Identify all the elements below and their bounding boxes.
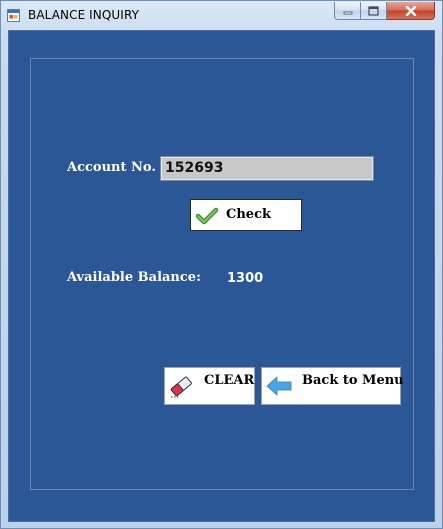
back-to-menu-label: Back to Menu — [302, 373, 404, 388]
maximize-icon — [368, 5, 379, 16]
title-bar[interactable]: BALANCE INQUIRY — [1, 1, 442, 29]
clear-button-label: CLEAR — [204, 373, 255, 388]
account-no-label: Account No. — [67, 160, 156, 175]
window-title: BALANCE INQUIRY — [28, 8, 140, 22]
balance-inquiry-window: BALANCE INQUIRY Account No. 152693 Check… — [0, 0, 443, 529]
checkmark-icon — [196, 207, 218, 225]
left-arrow-icon — [266, 376, 292, 396]
form-body: Account No. 152693 Check Available Balan… — [8, 30, 435, 522]
clear-button[interactable]: CLEAR — [164, 367, 255, 405]
form-icon — [7, 9, 20, 22]
minimize-icon — [343, 11, 352, 14]
maximize-button[interactable] — [361, 2, 387, 20]
close-button[interactable] — [387, 2, 435, 20]
account-no-field[interactable]: 152693 — [160, 156, 374, 181]
available-balance-value: 1300 — [227, 271, 264, 286]
check-button-label: Check — [226, 207, 271, 222]
available-balance-label: Available Balance: — [67, 270, 201, 285]
minimize-button[interactable] — [334, 2, 361, 20]
check-button[interactable]: Check — [190, 199, 302, 231]
back-to-menu-button[interactable]: Back to Menu — [261, 367, 404, 405]
close-icon — [405, 5, 416, 16]
eraser-icon — [170, 376, 192, 398]
